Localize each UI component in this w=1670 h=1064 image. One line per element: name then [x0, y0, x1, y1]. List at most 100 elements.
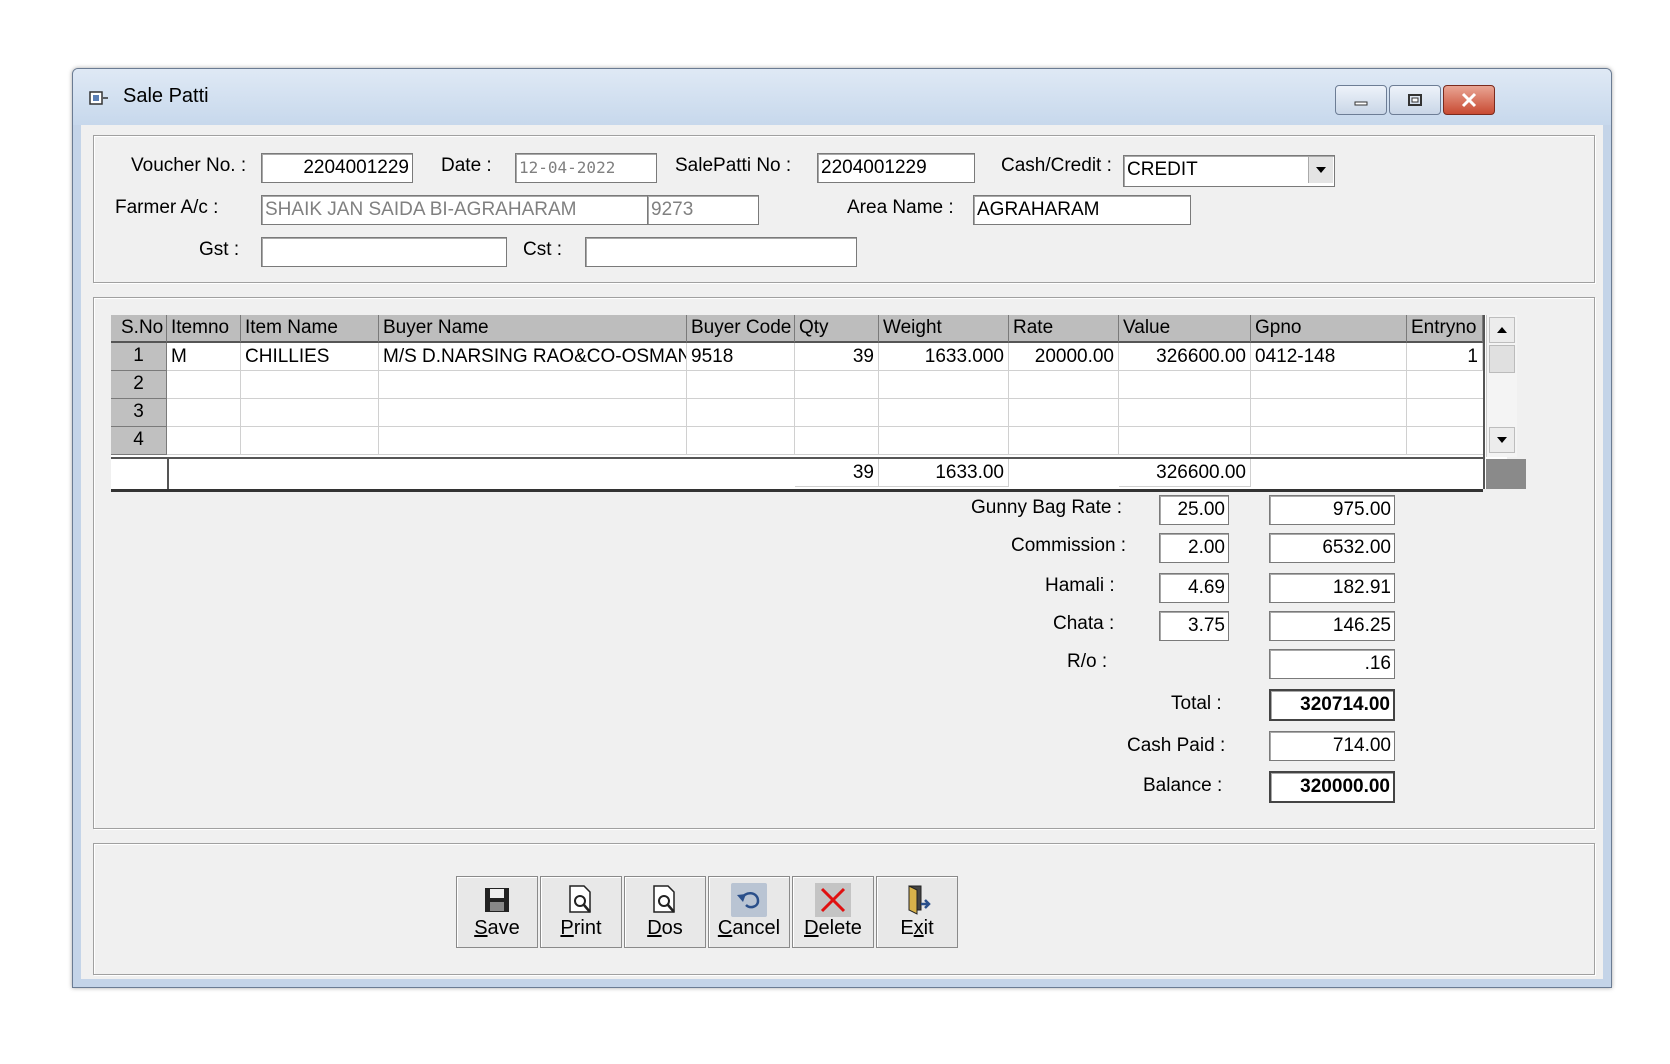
form-client-area: Voucher No. : 2204001229 Date : 12-04-20… — [81, 125, 1603, 979]
cash-credit-select[interactable]: CREDIT — [1123, 155, 1335, 187]
col-header-weight[interactable]: Weight — [879, 315, 1009, 343]
title-bar[interactable]: Sale Patti — [73, 69, 1611, 125]
cancel-button[interactable]: Cancel — [708, 876, 790, 948]
scroll-down-button[interactable] — [1489, 427, 1515, 453]
chata-label: Chata : — [1053, 613, 1115, 634]
save-button-label: Save — [474, 917, 520, 939]
row-number[interactable]: 4 — [111, 427, 167, 455]
restore-icon — [1408, 94, 1422, 106]
minimize-icon — [1354, 101, 1368, 106]
undo-icon — [737, 892, 760, 909]
print-button-label: Print — [560, 917, 602, 939]
total-amount-field[interactable]: 320714.00 — [1269, 689, 1395, 721]
row-number[interactable]: 3 — [111, 399, 167, 427]
col-header-item-name[interactable]: Item Name — [241, 315, 379, 343]
col-header-entryno[interactable]: Entryno — [1407, 315, 1483, 343]
delete-button-label: Delete — [804, 917, 862, 939]
area-name-field[interactable]: AGRAHARAM — [973, 195, 1191, 225]
ro-amount-field[interactable]: .16 — [1269, 649, 1395, 679]
scroll-thumb[interactable] — [1489, 345, 1515, 373]
print-preview-icon — [569, 885, 591, 913]
exit-door-icon — [908, 885, 931, 915]
cash-paid-field[interactable]: 714.00 — [1269, 731, 1395, 761]
dropdown-button[interactable] — [1308, 157, 1333, 183]
commission-rate-field[interactable]: 2.00 — [1159, 533, 1229, 563]
col-header-sno[interactable]: S.No — [111, 315, 167, 343]
print-button[interactable]: Print — [540, 876, 622, 948]
minimize-button[interactable] — [1335, 85, 1387, 115]
col-header-buyer-code[interactable]: Buyer Code — [687, 315, 795, 343]
row-number[interactable]: 1 — [111, 343, 167, 371]
exit-button[interactable]: Exit — [876, 876, 958, 948]
cash-paid-label: Cash Paid : — [1127, 735, 1226, 756]
commission-label: Commission : — [1011, 535, 1127, 556]
empty-grid-column-lines — [167, 371, 1483, 455]
col-header-rate[interactable]: Rate — [1009, 315, 1119, 343]
close-button[interactable] — [1443, 85, 1495, 115]
table-cell[interactable]: 326600.00 — [1119, 343, 1251, 371]
close-icon — [1461, 92, 1477, 108]
grid-corner — [1486, 459, 1526, 489]
totals-row: 39 1633.00 326600.00 — [111, 457, 1483, 492]
scroll-up-button[interactable] — [1489, 317, 1515, 343]
ro-label: R/o : — [1067, 651, 1108, 672]
date-label: Date : — [441, 155, 492, 176]
col-header-gpno[interactable]: Gpno — [1251, 315, 1407, 343]
hamali-label: Hamali : — [1045, 575, 1115, 596]
dos-print-preview-icon — [653, 885, 675, 913]
chevron-down-icon — [1316, 167, 1326, 173]
table-cell[interactable]: 9518 — [687, 343, 795, 371]
gst-field[interactable] — [261, 237, 507, 267]
total-weight: 1633.00 — [879, 459, 1009, 487]
table-cell[interactable]: 20000.00 — [1009, 343, 1119, 371]
window-title: Sale Patti — [123, 85, 209, 107]
cst-field[interactable] — [585, 237, 857, 267]
table-cell[interactable]: 1633.000 — [879, 343, 1009, 371]
total-label: Total : — [1171, 693, 1222, 714]
table-cell[interactable]: M/S D.NARSING RAO&CO-OSMANGUNJ — [379, 343, 687, 371]
chata-amount-field[interactable]: 146.25 — [1269, 611, 1395, 641]
arrow-down-icon — [1497, 437, 1507, 443]
hamali-rate-field[interactable]: 4.69 — [1159, 573, 1229, 603]
voucher-field[interactable]: 2204001229 — [261, 153, 413, 183]
exit-button-label: Exit — [900, 917, 934, 939]
col-header-value[interactable]: Value — [1119, 315, 1251, 343]
grid-scrollbar[interactable] — [1486, 315, 1517, 457]
farmer-code-field[interactable]: 9273 — [647, 195, 759, 225]
balance-label: Balance : — [1143, 775, 1223, 796]
farmer-name-field[interactable]: SHAIK JAN SAIDA BI-AGRAHARAM — [261, 195, 649, 225]
cash-credit-value: CREDIT — [1127, 159, 1198, 180]
total-value: 326600.00 — [1119, 459, 1251, 487]
hamali-amount-field[interactable]: 182.91 — [1269, 573, 1395, 603]
app-icon — [89, 91, 108, 105]
gunny-rate-field[interactable]: 25.00 — [1159, 495, 1229, 525]
gunny-amount-field[interactable]: 975.00 — [1269, 495, 1395, 525]
col-header-buyer-name[interactable]: Buyer Name — [379, 315, 687, 343]
cancel-button-label: Cancel — [717, 917, 781, 939]
maximize-button[interactable] — [1389, 85, 1441, 115]
salepatti-label: SalePatti No : — [675, 155, 792, 176]
delete-button[interactable]: Delete — [792, 876, 874, 948]
total-qty: 39 — [795, 459, 879, 487]
delete-x-icon — [820, 887, 846, 913]
items-grid[interactable]: S.No Itemno Item Name Buyer Name Buyer C… — [111, 315, 1507, 492]
gst-label: Gst : — [199, 239, 240, 260]
chata-rate-field[interactable]: 3.75 — [1159, 611, 1229, 641]
save-button[interactable]: Save — [456, 876, 538, 948]
table-cell[interactable]: M — [167, 343, 241, 371]
col-header-qty[interactable]: Qty — [795, 315, 879, 343]
cash-credit-label: Cash/Credit : — [1001, 155, 1112, 176]
voucher-label: Voucher No. : — [131, 155, 247, 176]
col-header-itemno[interactable]: Itemno — [167, 315, 241, 343]
balance-amount-field[interactable]: 320000.00 — [1269, 771, 1395, 803]
table-cell[interactable]: 39 — [795, 343, 879, 371]
table-cell[interactable]: 1 — [1407, 343, 1483, 371]
dos-button-label: Dos — [647, 917, 683, 939]
date-field[interactable]: 12-04-2022 — [515, 153, 657, 183]
salepatti-field[interactable]: 2204001229 — [817, 153, 975, 183]
table-cell[interactable]: 0412-148 — [1251, 343, 1407, 371]
table-cell[interactable]: CHILLIES — [241, 343, 379, 371]
commission-amount-field[interactable]: 6532.00 — [1269, 533, 1395, 563]
row-number[interactable]: 2 — [111, 371, 167, 399]
dos-button[interactable]: Dos — [624, 876, 706, 948]
